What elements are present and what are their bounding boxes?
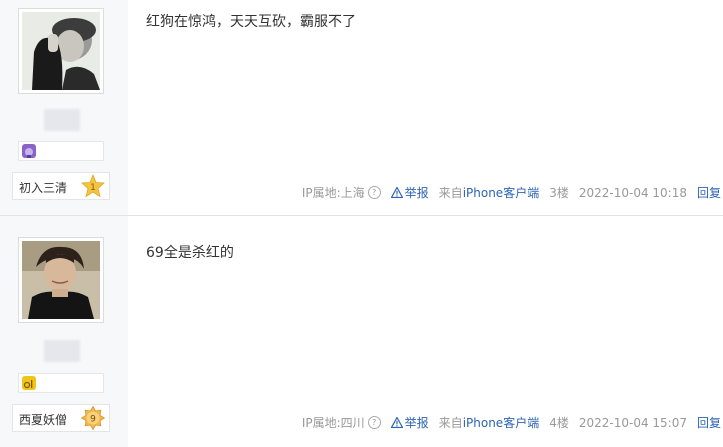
report-button[interactable]: 举报 [390, 414, 429, 431]
from-prefix: 来自 [438, 416, 463, 430]
star-badge-icon: 1 [81, 174, 105, 198]
post-floor-3: 初入三清 1 红狗在惊鸿，天天互砍，霸服不了 IP属地:上海 ? 举报 来自iP… [0, 0, 723, 215]
level-badge[interactable]: 初入三清 1 [12, 172, 110, 200]
report-label: 举报 [404, 416, 429, 430]
post-tail: IP属地:上海 ? 举报 来自iPhone客户端 3楼 2022-10-04 1… [302, 184, 721, 201]
svg-text:1: 1 [90, 183, 96, 193]
author-sidebar: 西夏妖僧 9 [0, 216, 128, 447]
author-sidebar: 初入三清 1 [0, 0, 128, 215]
ip-location: IP属地:四川 ? [302, 414, 381, 431]
avatar-image [22, 241, 100, 319]
question-circle-icon[interactable]: ? [367, 416, 381, 429]
client-source: 来自iPhone客户端 [439, 414, 540, 431]
warning-triangle-icon [390, 187, 403, 198]
floor-number: 3楼 [549, 186, 569, 200]
question-circle-icon[interactable]: ? [367, 186, 381, 199]
report-button[interactable]: 举报 [390, 184, 429, 201]
ip-location: IP属地:上海 ? [302, 184, 381, 201]
post-tail: IP属地:四川 ? 举报 来自iPhone客户端 4楼 2022-10-04 1… [302, 414, 721, 431]
badge-row [18, 373, 104, 393]
avatar[interactable] [18, 8, 104, 94]
post-time: 2022-10-04 15:07 [578, 415, 687, 430]
avatar[interactable] [18, 237, 104, 323]
ip-text: IP属地:四川 [301, 416, 365, 430]
author-name-blurred[interactable] [44, 109, 80, 131]
post-time: 2022-10-04 10:18 [578, 185, 687, 200]
level-badge[interactable]: 西夏妖僧 9 [12, 404, 110, 432]
reply-button[interactable]: 回复 [697, 414, 721, 431]
client-link[interactable]: iPhone客户端 [463, 186, 540, 200]
badge-row [18, 141, 104, 161]
post-content: 红狗在惊鸿，天天互砍，霸服不了 [146, 14, 356, 30]
gold-badge-icon[interactable] [22, 376, 36, 390]
from-prefix: 来自 [438, 186, 463, 200]
client-link[interactable]: iPhone客户端 [463, 416, 540, 430]
post-content: 69全是杀红的 [146, 245, 234, 261]
avatar-image [22, 12, 100, 90]
report-label: 举报 [404, 186, 429, 200]
floor-number: 4楼 [549, 416, 569, 430]
reply-button[interactable]: 回复 [697, 184, 721, 201]
client-source: 来自iPhone客户端 [439, 184, 540, 201]
purple-badge-icon[interactable] [22, 144, 36, 158]
level-name: 西夏妖僧 [19, 413, 68, 427]
level-name: 初入三清 [19, 181, 68, 195]
post-floor-4: 西夏妖僧 9 69全是杀红的 IP属地:四川 ? 举报 来自iPhone客户端 … [0, 216, 723, 447]
svg-text:9: 9 [90, 415, 96, 425]
ip-text: IP属地:上海 [301, 186, 365, 200]
warning-triangle-icon [390, 417, 403, 428]
author-name-blurred[interactable] [44, 340, 80, 362]
star-badge-icon: 9 [81, 406, 105, 430]
